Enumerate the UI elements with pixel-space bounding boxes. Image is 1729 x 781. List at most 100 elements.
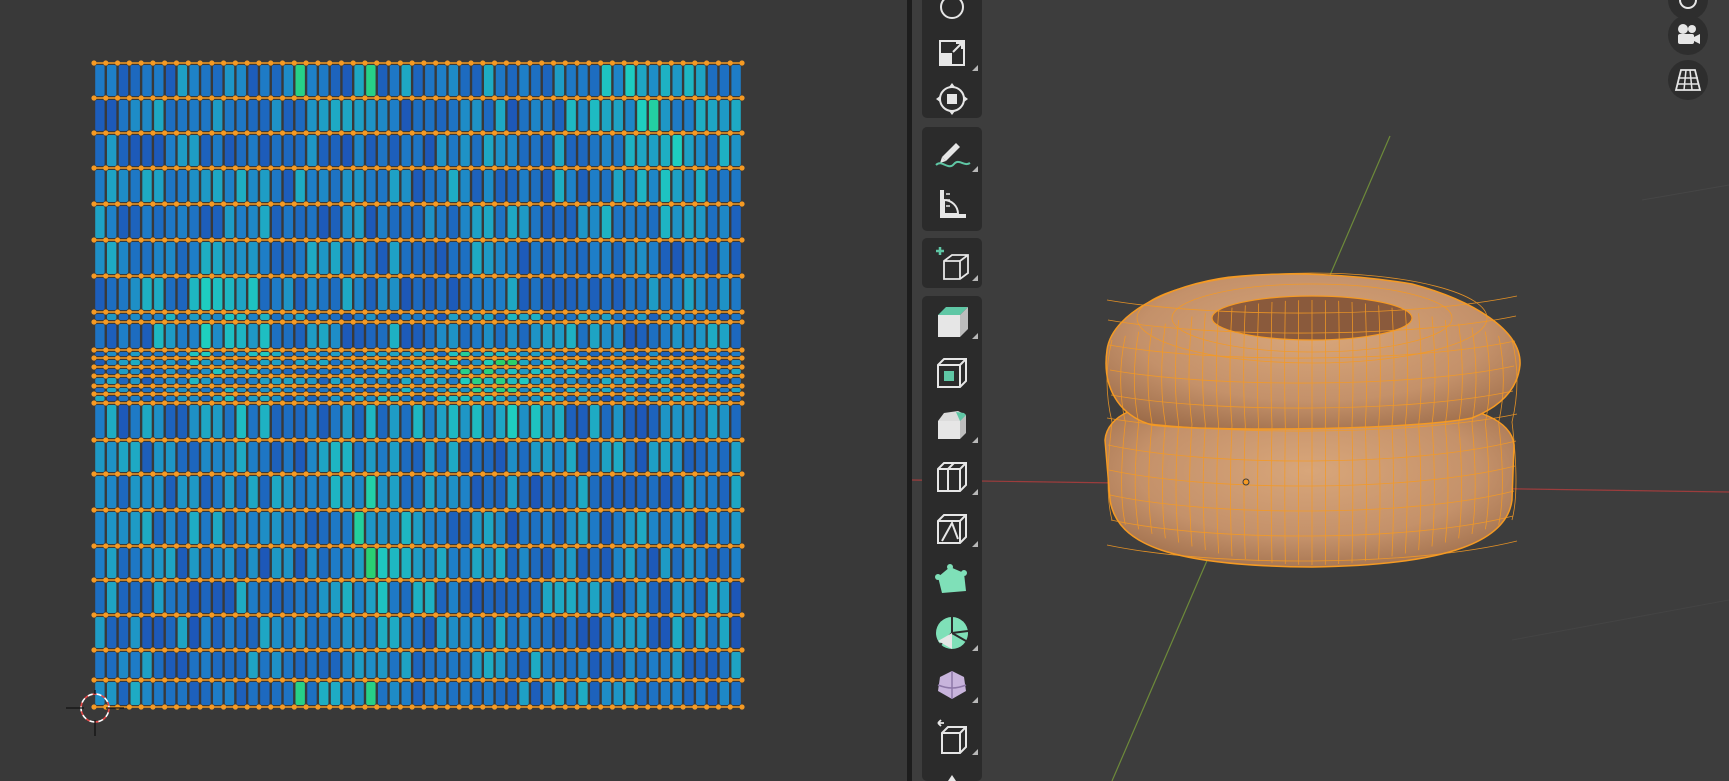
- uv-face[interactable]: [271, 396, 282, 401]
- uv-vertex[interactable]: [279, 373, 286, 379]
- uv-face[interactable]: [425, 278, 435, 310]
- uv-vertex[interactable]: [739, 355, 745, 361]
- uv-face[interactable]: [389, 170, 400, 202]
- uv-face[interactable]: [366, 442, 376, 472]
- uv-vertex[interactable]: [668, 704, 674, 710]
- uv-vertex[interactable]: [609, 273, 616, 279]
- smooth-tool[interactable]: [922, 662, 982, 708]
- uv-vertex[interactable]: [515, 577, 521, 583]
- uv-face[interactable]: [307, 206, 317, 238]
- uv-face[interactable]: [330, 242, 341, 274]
- uv-face[interactable]: [389, 378, 400, 384]
- uv-vertex[interactable]: [103, 507, 109, 513]
- uv-vertex[interactable]: [114, 237, 121, 243]
- uv-face[interactable]: [283, 582, 294, 613]
- uv-face[interactable]: [330, 314, 341, 320]
- uv-face[interactable]: [460, 652, 470, 678]
- uv-vertex[interactable]: [692, 309, 698, 315]
- uv-face[interactable]: [283, 242, 294, 274]
- uv-face[interactable]: [460, 442, 470, 472]
- uv-face[interactable]: [613, 135, 623, 166]
- uv-vertex[interactable]: [185, 383, 191, 389]
- uv-face[interactable]: [601, 548, 612, 578]
- uv-vertex[interactable]: [444, 364, 451, 370]
- uv-vertex[interactable]: [338, 543, 345, 549]
- uv-face[interactable]: [201, 360, 211, 365]
- uv-face[interactable]: [118, 682, 129, 705]
- uv-vertex[interactable]: [680, 201, 686, 207]
- uv-vertex[interactable]: [338, 471, 345, 477]
- uv-vertex[interactable]: [715, 60, 722, 66]
- uv-face[interactable]: [377, 65, 388, 96]
- uv-vertex[interactable]: [103, 391, 109, 397]
- uv-face[interactable]: [189, 582, 199, 613]
- uv-vertex[interactable]: [503, 437, 509, 443]
- uv-vertex[interactable]: [221, 273, 227, 279]
- uv-vertex[interactable]: [397, 347, 403, 353]
- uv-face[interactable]: [177, 352, 188, 356]
- uv-vertex[interactable]: [162, 471, 168, 477]
- uv-face[interactable]: [531, 135, 541, 166]
- uv-vertex[interactable]: [433, 60, 439, 66]
- uv-face[interactable]: [672, 352, 682, 356]
- uv-vertex[interactable]: [621, 60, 627, 66]
- uv-face[interactable]: [637, 388, 647, 392]
- uv-vertex[interactable]: [279, 577, 286, 583]
- uv-vertex[interactable]: [291, 165, 297, 171]
- uv-vertex[interactable]: [327, 273, 333, 279]
- uv-vertex[interactable]: [327, 577, 333, 583]
- uv-face[interactable]: [154, 360, 164, 365]
- uv-face[interactable]: [95, 617, 105, 648]
- uv-face[interactable]: [413, 548, 423, 578]
- uv-vertex[interactable]: [268, 355, 274, 361]
- uv-face[interactable]: [719, 548, 730, 578]
- uv-vertex[interactable]: [327, 355, 333, 361]
- uv-vertex[interactable]: [715, 319, 722, 325]
- uv-face[interactable]: [531, 548, 541, 578]
- uv-vertex[interactable]: [303, 60, 309, 66]
- uv-vertex[interactable]: [668, 319, 674, 325]
- uv-face[interactable]: [307, 314, 317, 320]
- uv-face[interactable]: [460, 314, 470, 320]
- uv-vertex[interactable]: [444, 471, 451, 477]
- uv-face[interactable]: [248, 512, 258, 544]
- uv-vertex[interactable]: [515, 95, 521, 101]
- uv-vertex[interactable]: [362, 201, 368, 207]
- uv-face[interactable]: [519, 682, 529, 705]
- uv-vertex[interactable]: [491, 383, 498, 389]
- uv-vertex[interactable]: [680, 130, 686, 136]
- uv-vertex[interactable]: [291, 612, 297, 618]
- uv-vertex[interactable]: [173, 201, 180, 207]
- uv-face[interactable]: [625, 242, 635, 274]
- uv-vertex[interactable]: [574, 273, 580, 279]
- uv-vertex[interactable]: [197, 437, 203, 443]
- uv-face[interactable]: [154, 388, 164, 392]
- uv-vertex[interactable]: [456, 364, 462, 370]
- uv-face[interactable]: [519, 352, 529, 356]
- uv-vertex[interactable]: [315, 373, 321, 379]
- uv-face[interactable]: [330, 548, 341, 578]
- uv-vertex[interactable]: [126, 355, 132, 361]
- uv-vertex[interactable]: [562, 60, 568, 66]
- uv-face[interactable]: [165, 405, 176, 438]
- uv-vertex[interactable]: [668, 400, 674, 406]
- uv-vertex[interactable]: [150, 437, 156, 443]
- uv-face[interactable]: [154, 512, 164, 544]
- uv-face[interactable]: [542, 512, 553, 544]
- uv-vertex[interactable]: [409, 95, 415, 101]
- uv-vertex[interactable]: [197, 471, 203, 477]
- uv-face[interactable]: [283, 65, 294, 96]
- uv-face[interactable]: [106, 242, 117, 274]
- uv-vertex[interactable]: [315, 319, 321, 325]
- uv-face[interactable]: [201, 405, 211, 438]
- uv-vertex[interactable]: [126, 507, 132, 513]
- uv-vertex[interactable]: [656, 237, 663, 243]
- uv-face[interactable]: [495, 65, 506, 96]
- uv-vertex[interactable]: [126, 677, 132, 683]
- uv-face[interactable]: [495, 352, 506, 356]
- uv-face[interactable]: [436, 206, 447, 238]
- uv-vertex[interactable]: [562, 130, 568, 136]
- uv-vertex[interactable]: [173, 437, 180, 443]
- uv-face[interactable]: [601, 206, 612, 238]
- uv-vertex[interactable]: [409, 355, 415, 361]
